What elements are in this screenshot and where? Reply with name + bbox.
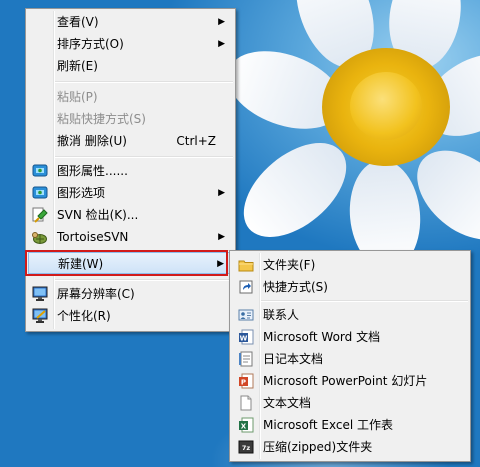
menu-separator [261, 300, 468, 302]
svg-text:X: X [241, 423, 247, 431]
shortcut-icon [238, 279, 254, 295]
contact-icon [238, 307, 254, 323]
submenu-item-powerpoint[interactable]: P Microsoft PowerPoint 幻灯片 [232, 370, 468, 392]
menu-item-screen-resolution[interactable]: 屏幕分辨率(C) [28, 283, 233, 305]
new-submenu: 文件夹(F) 快捷方式(S) 联系人 W Microsoft Word 文档 日… [229, 250, 471, 462]
menu-item-svn-checkout[interactable]: SVN 检出(K)... [28, 204, 233, 226]
svg-text:P: P [241, 379, 246, 387]
submenu-item-zip-folder[interactable]: 7z 压缩(zipped)文件夹 [232, 436, 468, 458]
graphics-options-icon [32, 185, 48, 201]
submenu-arrow-icon: ▶ [218, 232, 225, 242]
screen-resolution-icon [32, 286, 48, 302]
svn-checkout-icon [32, 207, 48, 223]
submenu-arrow-icon: ▶ [218, 17, 225, 27]
submenu-item-excel[interactable]: X Microsoft Excel 工作表 [232, 414, 468, 436]
menu-item-graphics-properties[interactable]: 图形属性...... [28, 160, 233, 182]
menu-item-sort-by[interactable]: 排序方式(O) ▶ [28, 33, 233, 55]
submenu-arrow-icon: ▶ [218, 39, 225, 49]
svg-text:W: W [240, 335, 248, 343]
submenu-item-folder[interactable]: 文件夹(F) [232, 254, 468, 276]
powerpoint-icon: P [238, 373, 254, 389]
submenu-item-word-document[interactable]: W Microsoft Word 文档 [232, 326, 468, 348]
menu-separator [55, 279, 233, 281]
excel-icon: X [238, 417, 254, 433]
desktop-context-menu: 查看(V) ▶ 排序方式(O) ▶ 刷新(E) 粘贴(P) 粘贴快捷方式(S) … [25, 8, 236, 332]
menu-item-paste: 粘贴(P) [57, 90, 98, 104]
folder-icon [238, 257, 254, 273]
word-doc-icon: W [238, 329, 254, 345]
menu-separator [55, 81, 233, 83]
menu-item-tortoisesvn[interactable]: TortoiseSVN ▶ [28, 226, 233, 248]
menu-item-view[interactable]: 查看(V) ▶ [28, 11, 233, 33]
menu-item-personalize[interactable]: 个性化(R) [28, 305, 233, 327]
text-doc-icon [238, 395, 254, 411]
tortoise-icon [32, 229, 48, 245]
submenu-item-shortcut[interactable]: 快捷方式(S) [232, 276, 468, 298]
zip-folder-icon: 7z [238, 439, 254, 455]
submenu-arrow-icon: ▶ [218, 188, 225, 198]
graphics-properties-icon [32, 163, 48, 179]
shortcut-text: Ctrl+Z [176, 134, 216, 148]
submenu-item-journal-document[interactable]: 日记本文档 [232, 348, 468, 370]
menu-item-refresh[interactable]: 刷新(E) [28, 55, 233, 77]
menu-item-paste-shortcut: 粘贴快捷方式(S) [57, 112, 146, 126]
menu-separator [55, 156, 233, 158]
submenu-item-contact[interactable]: 联系人 [232, 304, 468, 326]
highlight-annotation-box [25, 250, 228, 276]
journal-icon [238, 351, 254, 367]
menu-item-undo-delete[interactable]: 撤消 删除(U) Ctrl+Z [28, 130, 233, 152]
submenu-item-text-document[interactable]: 文本文档 [232, 392, 468, 414]
menu-item-graphics-options[interactable]: 图形选项 ▶ [28, 182, 233, 204]
personalize-icon [32, 308, 48, 324]
svg-text:7z: 7z [242, 444, 251, 452]
